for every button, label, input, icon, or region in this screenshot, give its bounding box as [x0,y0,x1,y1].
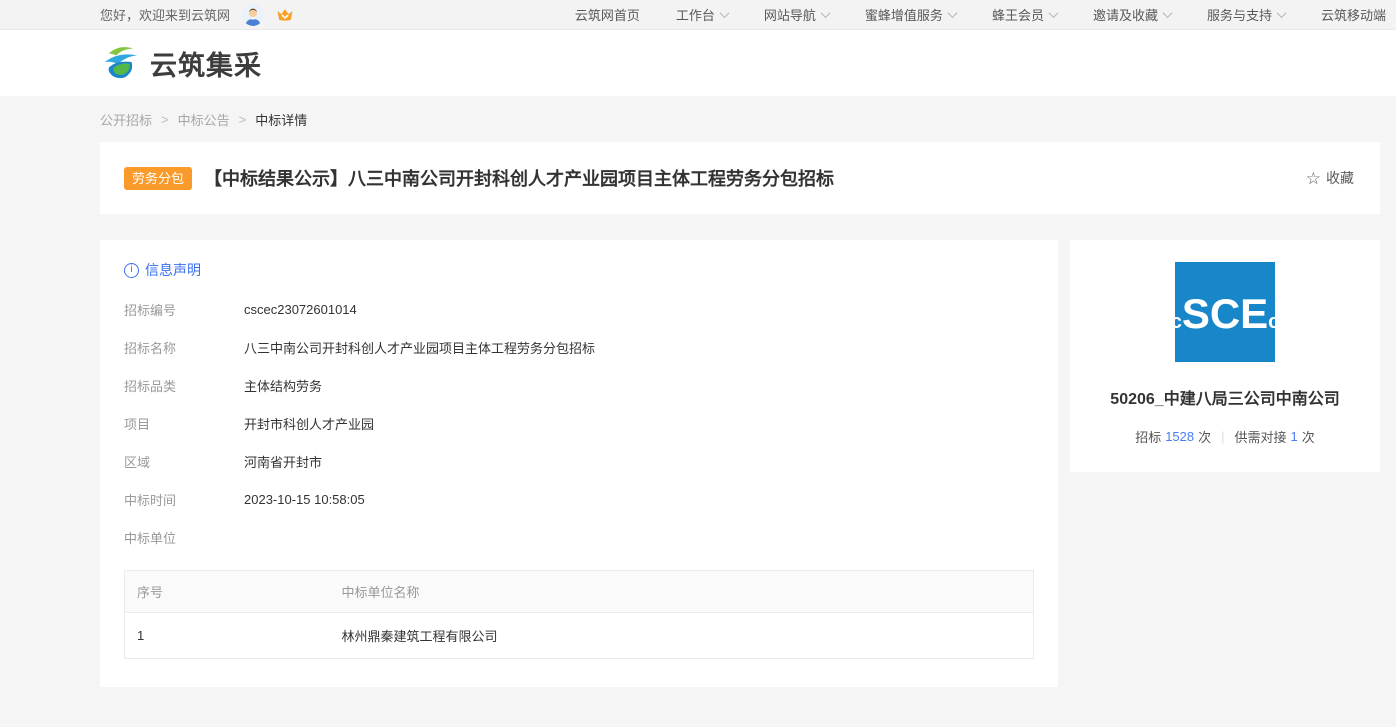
company-name[interactable]: 50206_中建八局三公司中南公司 [1090,385,1360,409]
chevron-down-icon [1277,8,1287,18]
nav-invite-favorites[interactable]: 邀请及收藏 [1093,5,1171,24]
header-serial-number: 序号 [125,571,330,613]
nav-bee-services[interactable]: 蜜蜂增值服务 [865,5,956,24]
nav-site-nav[interactable]: 网站导航 [764,5,829,24]
breadcrumb-separator: > [239,112,247,127]
field-award-winner: 中标单位 [124,518,1034,556]
site-logo-text: 云筑集采 [150,44,262,83]
topbar: 您好，欢迎来到云筑网 云筑网首页 工作台 网站导航 蜜蜂增值服务 [0,0,1396,30]
top-navigation: 云筑网首页 工作台 网站导航 蜜蜂增值服务 蜂王会员 邀请及收藏 服务与支持 云… [575,5,1386,24]
member-crown-icon[interactable] [276,7,294,23]
bid-detail-card: i 信息声明 招标编号 cscec23072601014 招标名称 八三中南公司… [100,240,1058,687]
breadcrumb-award-detail: 中标详情 [255,110,307,129]
chevron-down-icon [719,8,729,18]
cell-serial-number: 1 [125,613,330,659]
field-award-time: 中标时间 2023-10-15 10:58:05 [124,480,1034,518]
breadcrumb-open-bidding[interactable]: 公开招标 [100,110,152,129]
yunzhu-logo-icon [100,42,142,84]
stat-bids-count: 1528 [1165,429,1194,444]
welcome-text: 您好，欢迎来到云筑网 [100,5,230,24]
field-bid-category: 招标品类 主体结构劳务 [124,366,1034,404]
page-title: 【中标结果公示】八三中南公司开封科创人才产业园项目主体工程劳务分包招标 [204,165,1306,191]
cscec-company-logo: cSCEc [1175,262,1275,362]
table-row: 1 林州鼎秦建筑工程有限公司 [125,613,1034,659]
breadcrumb-award-notice[interactable]: 中标公告 [178,110,230,129]
stats-divider: | [1221,429,1224,444]
company-card: cSCEc 50206_中建八局三公司中南公司 招标 1528 次 | 供需对接… [1070,240,1380,472]
breadcrumb-separator: > [161,112,169,127]
category-badge: 劳务分包 [124,167,192,190]
field-bid-number: 招标编号 cscec23072601014 [124,290,1034,328]
chevron-down-icon [1049,8,1059,18]
award-winner-table: 序号 中标单位名称 1 林州鼎秦建筑工程有限公司 [124,570,1034,659]
favorite-label: 收藏 [1326,168,1354,188]
chevron-down-icon [820,8,830,18]
site-header: 云筑集采 [0,30,1396,96]
company-stats: 招标 1528 次 | 供需对接 1 次 [1090,427,1360,446]
info-declaration-label: 信息声明 [145,260,201,280]
user-avatar[interactable] [242,4,264,26]
info-icon: i [124,263,139,278]
header-winner-name: 中标单位名称 [330,571,1034,613]
breadcrumb: 公开招标 > 中标公告 > 中标详情 [100,96,1380,142]
field-project: 项目 开封市科创人才产业园 [124,404,1034,442]
site-logo[interactable]: 云筑集采 [100,42,1380,84]
nav-service-support[interactable]: 服务与支持 [1207,5,1285,24]
nav-workbench[interactable]: 工作台 [676,5,728,24]
chevron-down-icon [947,8,957,18]
favorite-button[interactable]: ☆ 收藏 [1306,168,1354,188]
field-bid-name: 招标名称 八三中南公司开封科创人才产业园项目主体工程劳务分包招标 [124,328,1034,366]
field-region: 区域 河南省开封市 [124,442,1034,480]
svg-text:cSCEc: cSCEc [1175,290,1275,337]
star-icon: ☆ [1306,170,1321,187]
nav-queen-member[interactable]: 蜂王会员 [992,5,1057,24]
title-card: 劳务分包 【中标结果公示】八三中南公司开封科创人才产业园项目主体工程劳务分包招标… [100,142,1380,214]
stat-supply-demand[interactable]: 供需对接 1 次 [1235,427,1315,446]
user-avatar-icon [242,4,264,26]
nav-home[interactable]: 云筑网首页 [575,5,640,24]
nav-mobile-app[interactable]: 云筑移动端 [1321,5,1386,24]
info-declaration-link[interactable]: i 信息声明 [124,256,1034,290]
page-body: 公开招标 > 中标公告 > 中标详情 劳务分包 【中标结果公示】八三中南公司开封… [0,96,1396,727]
table-header-row: 序号 中标单位名称 [125,571,1034,613]
stat-supply-demand-count: 1 [1291,429,1298,444]
cell-winner-name: 林州鼎秦建筑工程有限公司 [330,613,1034,659]
chevron-down-icon [1163,8,1173,18]
stat-bids[interactable]: 招标 1528 次 [1135,427,1211,446]
